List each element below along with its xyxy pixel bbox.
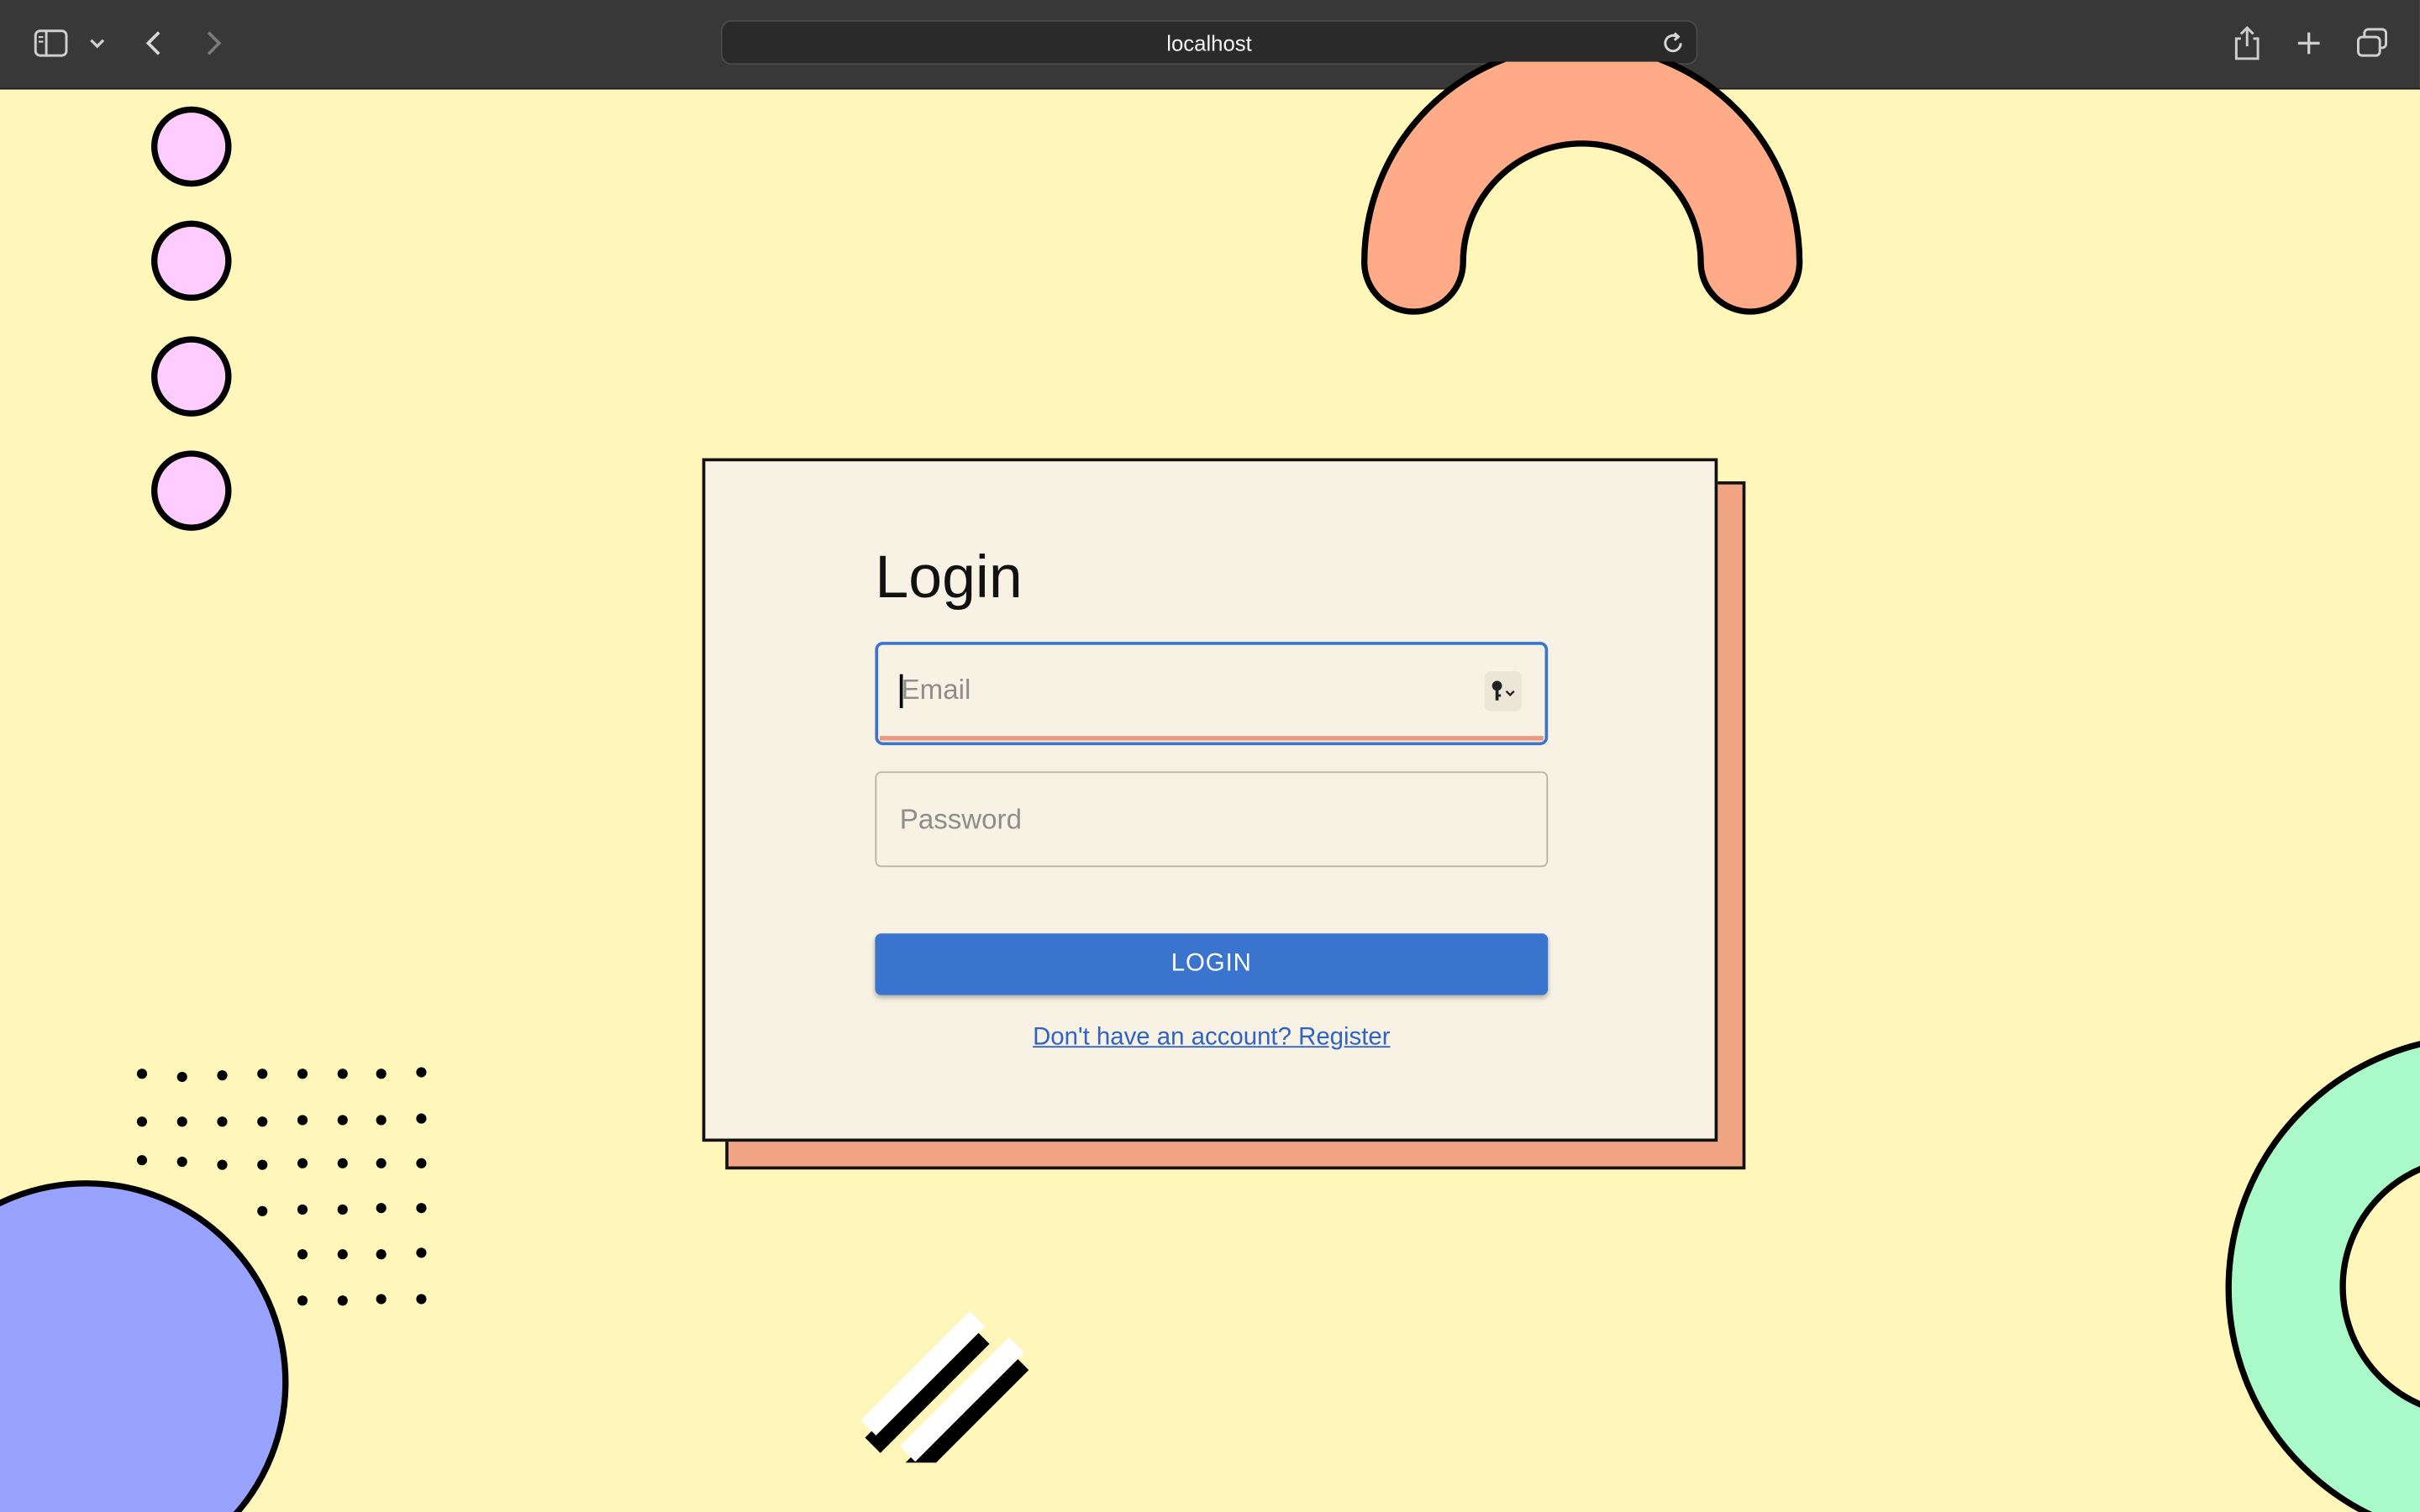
chevron-down-icon[interactable] <box>76 22 118 65</box>
url-text: localhost <box>1166 30 1252 56</box>
page: localhost Login Email Password LOGIN Don… <box>0 0 2420 1512</box>
share-icon[interactable] <box>2226 22 2269 65</box>
green-ring-decoration <box>2225 1033 2420 1512</box>
reload-icon[interactable] <box>1659 29 1686 57</box>
tab-overview-icon[interactable] <box>2350 22 2393 65</box>
dot-grid-decoration <box>136 1067 427 1306</box>
email-placeholder: Email <box>901 674 971 706</box>
key-icon[interactable] <box>1484 670 1522 711</box>
email-field[interactable]: Email <box>875 642 1549 746</box>
address-bar[interactable]: localhost <box>720 19 1698 66</box>
pink-circle-decoration <box>150 450 232 531</box>
forward-arrow-icon[interactable] <box>192 22 234 65</box>
back-arrow-icon[interactable] <box>133 22 176 65</box>
email-field-underline <box>879 736 1544 741</box>
pink-circle-decoration <box>150 106 232 187</box>
orange-arch-decoration <box>1360 61 1803 315</box>
page-title: Login <box>875 544 1023 612</box>
register-link[interactable]: Don't have an account? Register <box>875 1025 1548 1053</box>
slash-lines-decoration <box>860 1310 1029 1463</box>
login-card: Login Email Password LOGIN Don't have an… <box>702 458 1718 1142</box>
login-button[interactable]: LOGIN <box>875 933 1549 995</box>
plus-icon[interactable] <box>2287 22 2330 65</box>
pink-circle-decoration <box>150 336 232 417</box>
browser-toolbar: localhost <box>0 0 2420 90</box>
sidebar-icon[interactable] <box>29 22 72 65</box>
password-field[interactable]: Password <box>875 771 1549 868</box>
pink-circle-decoration <box>150 220 232 302</box>
password-placeholder: Password <box>899 803 1022 835</box>
